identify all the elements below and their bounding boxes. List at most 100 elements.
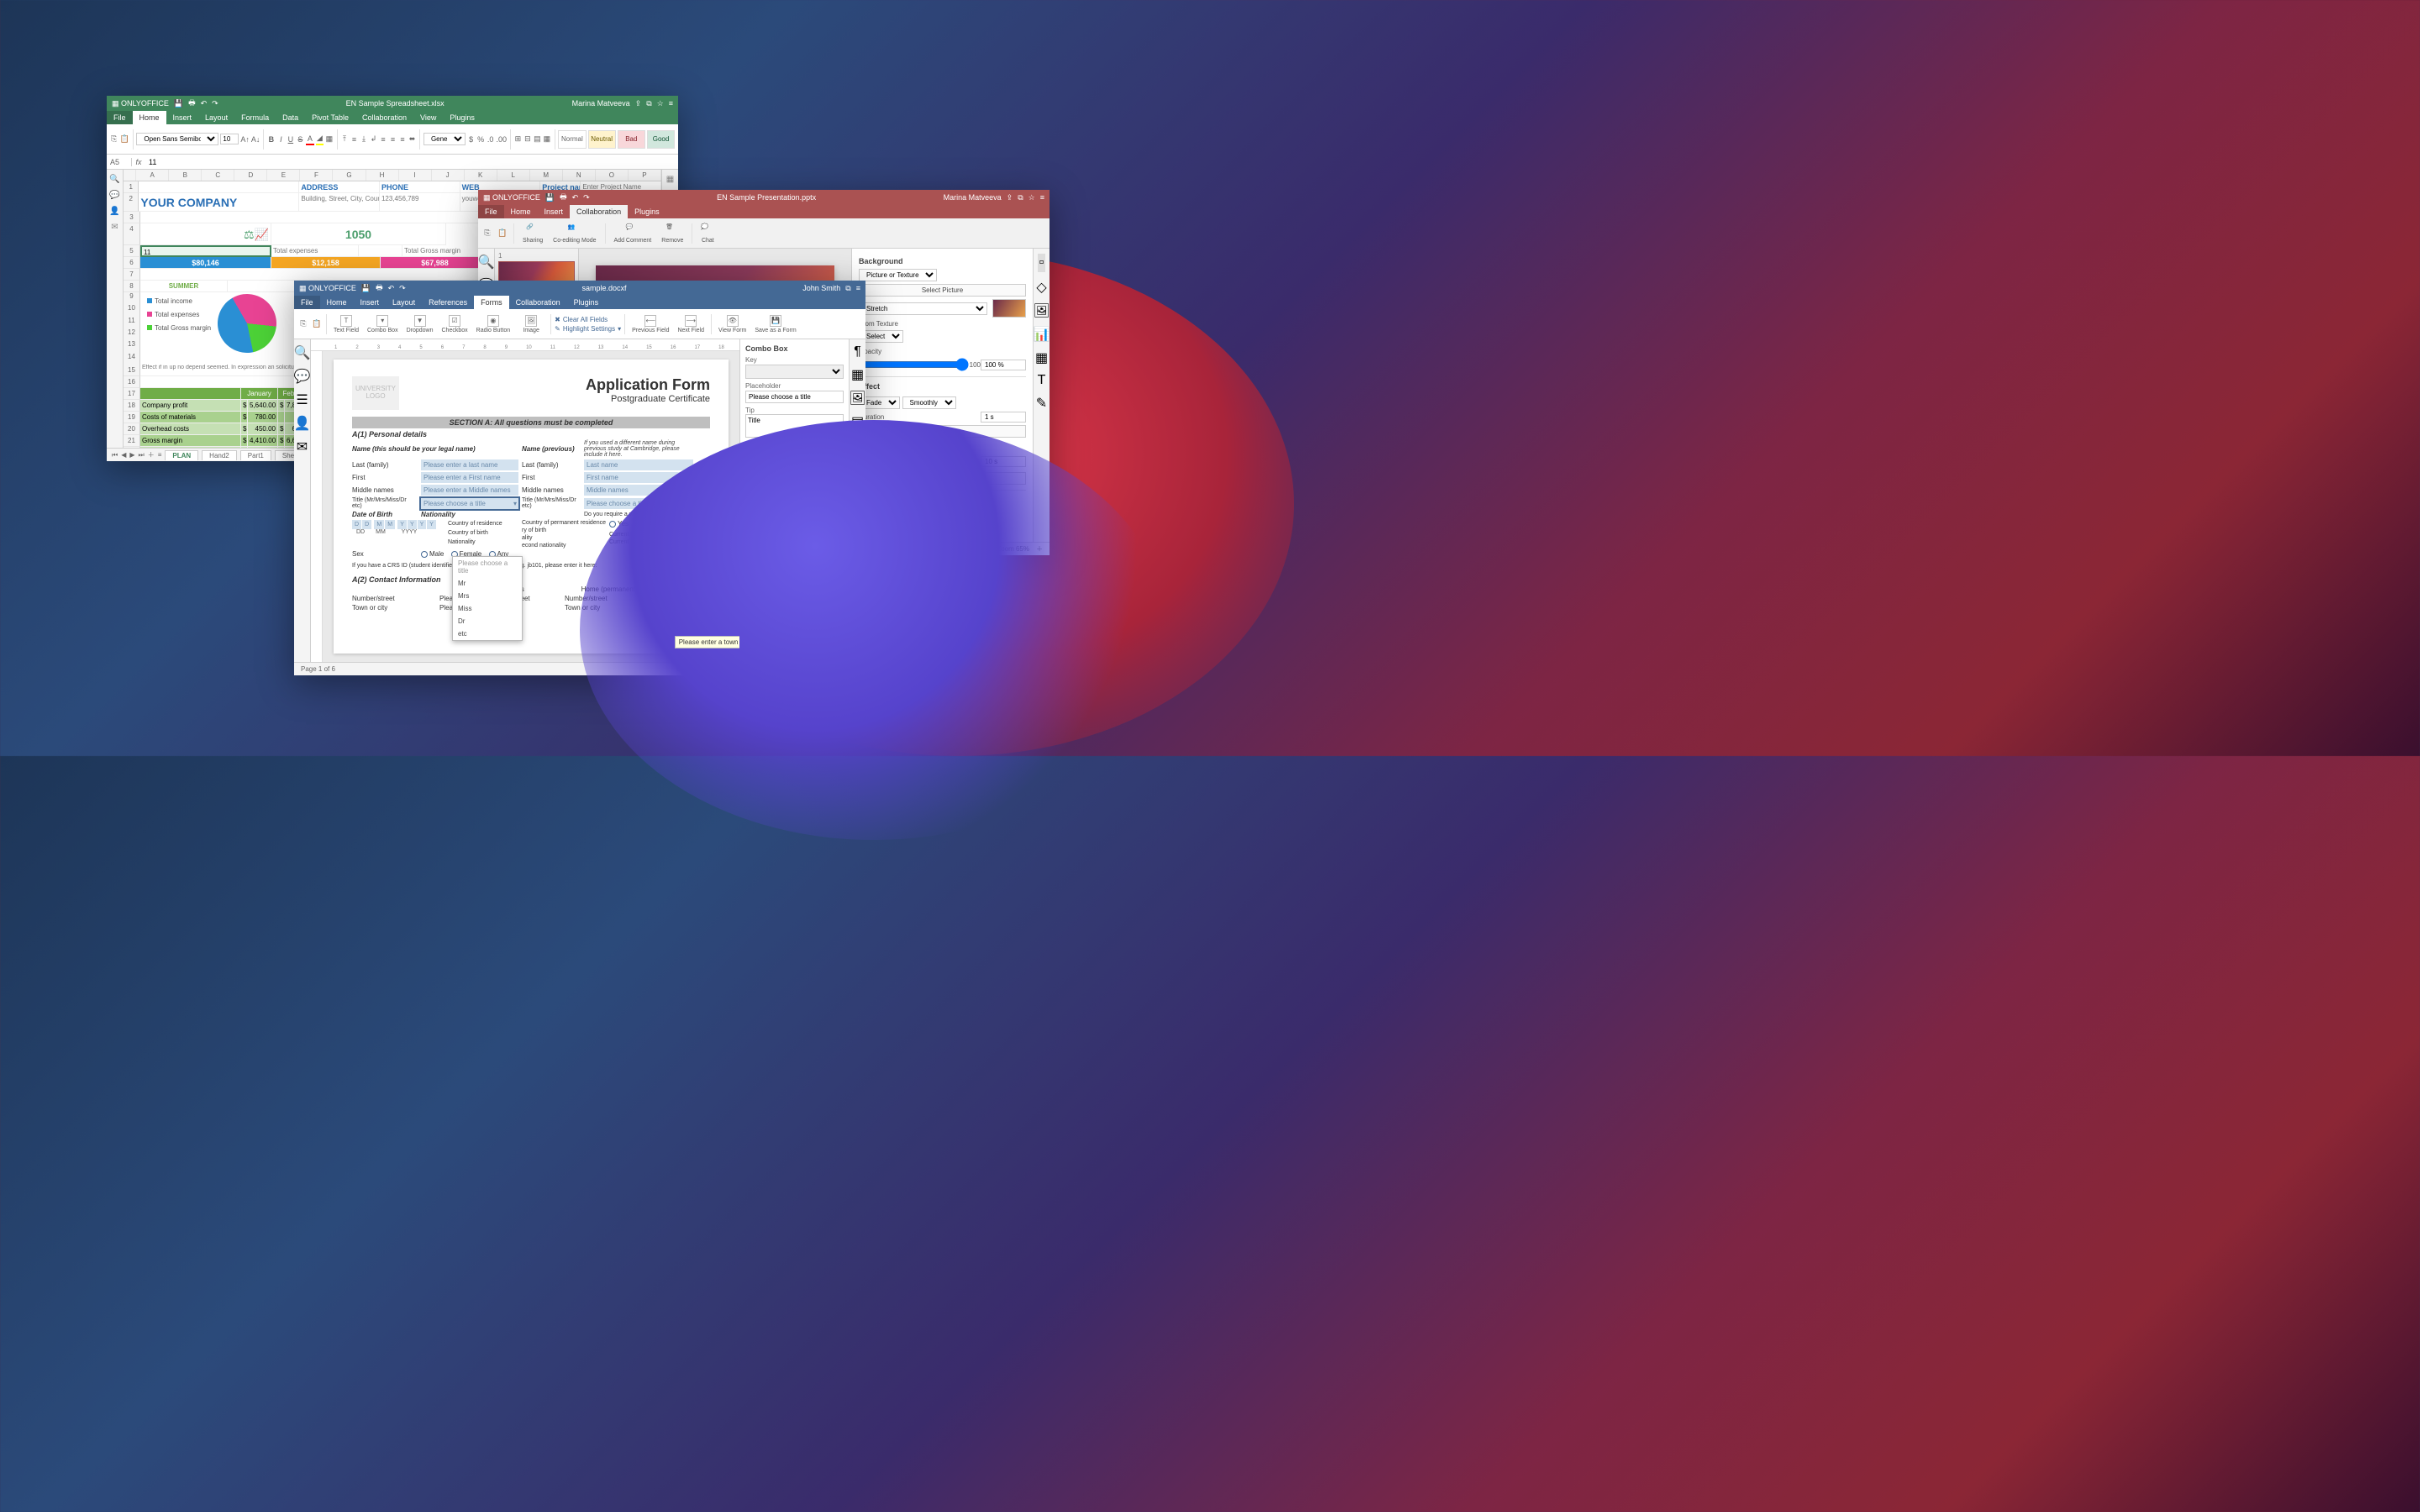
- radio-button-button[interactable]: ◉Radio Button: [473, 313, 513, 335]
- menu-icon[interactable]: ≡: [1040, 193, 1044, 202]
- first-sheet-icon[interactable]: ⏮: [112, 451, 118, 459]
- dec-dec-icon[interactable]: .00: [496, 134, 507, 145]
- tab-home[interactable]: Home: [320, 296, 354, 309]
- start-on-click-checkbox[interactable]: Start On Click: [859, 440, 1026, 451]
- dropdown-option[interactable]: Mrs: [453, 590, 522, 602]
- cell-settings-icon[interactable]: ▦: [666, 175, 674, 184]
- dob-m2[interactable]: M: [385, 520, 395, 529]
- clear-fields-button[interactable]: ✖ Clear All Fields: [555, 316, 621, 323]
- tab-collab[interactable]: Collaboration: [509, 296, 567, 309]
- next-field-button[interactable]: ⟶Next Field: [674, 313, 708, 335]
- preview-button[interactable]: Preview: [859, 425, 1026, 438]
- save-icon[interactable]: 💾: [545, 193, 555, 202]
- tab-layout[interactable]: Layout: [198, 111, 234, 124]
- last-name-field[interactable]: Please enter a last name: [421, 459, 518, 470]
- tab-plugins[interactable]: Plugins: [567, 296, 606, 309]
- undo-icon[interactable]: ↶: [388, 284, 395, 293]
- prev-first-name-field[interactable]: First name: [584, 472, 693, 483]
- tab-data[interactable]: Data: [276, 111, 305, 124]
- share-icon[interactable]: ⇪: [1007, 193, 1013, 202]
- combo-box-button[interactable]: ▾Combo Box: [364, 313, 402, 335]
- form-settings-icon[interactable]: ▫: [854, 529, 862, 548]
- tab-file[interactable]: File: [294, 296, 320, 309]
- align-right-icon[interactable]: ≡: [398, 134, 407, 145]
- tab-plugins[interactable]: Plugins: [443, 111, 481, 124]
- effect-easing-select[interactable]: Smoothly: [902, 396, 956, 409]
- print-icon[interactable]: 🖶: [376, 281, 383, 295]
- bold-icon[interactable]: B: [267, 134, 276, 145]
- opacity-input[interactable]: [981, 360, 1026, 370]
- opacity-slider[interactable]: [859, 358, 969, 371]
- horizontal-ruler[interactable]: 123456789101112131415161718: [311, 339, 739, 351]
- menu-icon[interactable]: ≡: [856, 284, 860, 292]
- prev-sheet-icon[interactable]: ◀: [121, 451, 126, 459]
- apply-all-button[interactable]: Apply to All Slides: [859, 472, 1026, 485]
- tab-collab[interactable]: Collaboration: [570, 205, 628, 218]
- italic-icon[interactable]: I: [277, 134, 286, 145]
- move-down-icon[interactable]: ˅: [832, 506, 844, 515]
- style-bad[interactable]: Bad: [618, 130, 645, 149]
- dropdown-option[interactable]: Miss: [453, 602, 522, 615]
- redo-icon[interactable]: ↷: [212, 99, 218, 108]
- dob-y1[interactable]: Y: [397, 520, 407, 529]
- dob-y2[interactable]: Y: [408, 520, 417, 529]
- list-item[interactable]: Mr: [746, 470, 829, 482]
- add-option-icon[interactable]: ＋: [832, 454, 844, 468]
- dec-size-icon[interactable]: A↓: [251, 134, 260, 145]
- copy-icon[interactable]: ⎘: [481, 228, 493, 239]
- cond-format-icon[interactable]: ▤: [534, 134, 542, 145]
- tab-refs[interactable]: References: [422, 296, 474, 309]
- slide-settings-icon[interactable]: ▫: [1038, 254, 1046, 272]
- show-date-checkbox[interactable]: Show Date and Time: [859, 509, 1026, 520]
- bg-color-swatch[interactable]: [820, 549, 844, 559]
- zoom-in-icon[interactable]: ＋: [1036, 544, 1043, 554]
- visa-yes-radio[interactable]: Yes: [609, 520, 629, 528]
- zoom-in-icon[interactable]: ＋: [852, 664, 859, 674]
- lock-button[interactable]: 🔒Lock: [745, 596, 844, 603]
- move-up-icon[interactable]: ˄: [832, 489, 844, 498]
- font-size[interactable]: [220, 134, 239, 144]
- search-icon[interactable]: 🔍: [109, 175, 119, 184]
- second-nationality-field[interactable]: econd nationality: [522, 543, 606, 549]
- image-settings-icon[interactable]: 🖼: [1033, 302, 1050, 319]
- delay-checkbox[interactable]: Delay: [859, 456, 890, 467]
- chat-button[interactable]: 💭Chat: [697, 222, 718, 245]
- copy-icon[interactable]: ⎘: [297, 318, 309, 330]
- add-option-input[interactable]: [745, 454, 830, 468]
- page-indicator[interactable]: Page 1 of 6: [301, 665, 335, 673]
- fit-width-icon[interactable]: ⇔: [790, 665, 797, 673]
- search-icon[interactable]: 🔍: [294, 344, 310, 361]
- tip-input[interactable]: [745, 414, 844, 438]
- paragraph-settings-icon[interactable]: ¶: [854, 344, 861, 360]
- paste-icon[interactable]: 📋: [497, 228, 508, 239]
- list-item[interactable]: Dr: [746, 506, 829, 517]
- column-headers[interactable]: ABCDEFGHIJKLMNOP: [124, 170, 661, 181]
- text-color-icon[interactable]: A: [306, 134, 314, 145]
- title-combo-box[interactable]: Please choose a title▾: [421, 498, 518, 509]
- perm-residence-field[interactable]: Country of permanent residence: [522, 520, 606, 526]
- star-icon[interactable]: ☆: [1028, 193, 1035, 202]
- track-changes-icon[interactable]: ✎: [761, 665, 767, 673]
- tab-file[interactable]: File: [478, 205, 504, 218]
- formula-input[interactable]: [145, 158, 678, 166]
- feedback-icon[interactable]: ✉: [297, 438, 308, 455]
- align-ctr-icon[interactable]: ≡: [389, 134, 397, 145]
- text-field-button[interactable]: TText Field: [330, 313, 362, 335]
- table-settings-icon[interactable]: ▦: [851, 366, 864, 383]
- dropdown-option[interactable]: Dr: [453, 615, 522, 627]
- font-select[interactable]: Open Sans Semibold: [136, 133, 218, 145]
- insert-cell-icon[interactable]: ⊞: [514, 134, 523, 145]
- dec-inc-icon[interactable]: .0: [487, 134, 495, 145]
- percent-icon[interactable]: %: [476, 134, 485, 145]
- save-icon[interactable]: 💾: [361, 284, 371, 293]
- delete-cell-icon[interactable]: ⊟: [523, 134, 532, 145]
- lang-indicator[interactable]: English (United States): [872, 545, 941, 553]
- tab-plugins[interactable]: Plugins: [628, 205, 666, 218]
- underline-icon[interactable]: U: [287, 134, 295, 145]
- headings-icon[interactable]: ☰: [296, 391, 308, 408]
- save-icon[interactable]: 💾: [174, 99, 183, 108]
- align-left-icon[interactable]: ≡: [379, 134, 387, 145]
- paste-icon[interactable]: 📋: [311, 318, 323, 330]
- zoom-out-icon[interactable]: −: [802, 665, 806, 673]
- view-form-button[interactable]: 👁View Form: [715, 313, 750, 335]
